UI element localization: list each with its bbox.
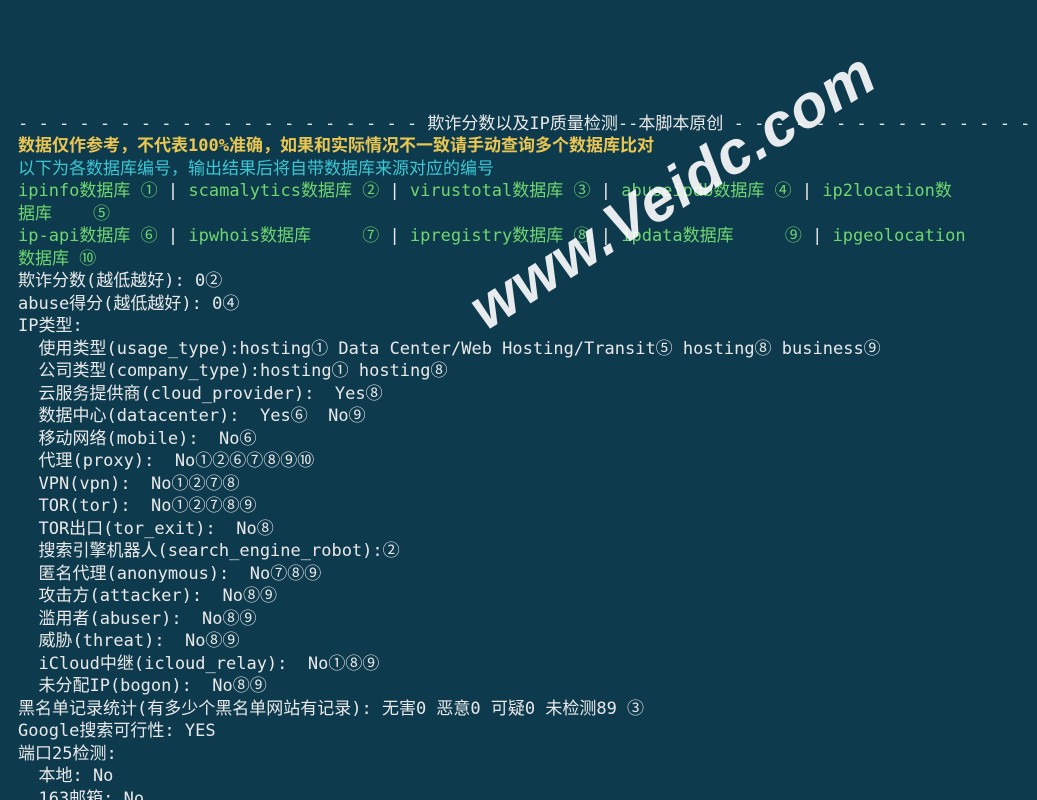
iptype-threat: 威胁(threat): No⑧⑨ bbox=[18, 631, 240, 651]
blacklist-stats: 黑名单记录统计(有多少个黑名单网站有记录): 无害0 恶意0 可疑0 未检测89… bbox=[18, 699, 644, 719]
iptype-abuser: 滥用者(abuser): No⑧⑨ bbox=[18, 609, 257, 629]
db-ipapi: ip-api数据库 ⑥ bbox=[18, 226, 158, 246]
iptype-company: 公司类型(company_type):hosting① hosting⑧ bbox=[18, 361, 448, 381]
abuse-score-label: abuse得分(越低越好): bbox=[18, 294, 212, 314]
header-title: 欺诈分数以及IP质量检测--本脚本原创 bbox=[427, 114, 723, 134]
sep: | bbox=[591, 226, 622, 246]
sep: | bbox=[158, 181, 189, 201]
iptype-icloud-relay: iCloud中继(icloud_relay): No①⑧⑨ bbox=[18, 654, 379, 674]
db-ip2location: ip2location数 bbox=[822, 181, 952, 201]
header-bar-right: - - - - - - - - - - - - - - - - - - - - bbox=[723, 114, 1037, 134]
sep: | bbox=[158, 226, 189, 246]
db-ipregistry: ipregistry数据库 ⑧ bbox=[410, 226, 591, 246]
db-ipgeolocation: ipgeolocation bbox=[833, 226, 966, 246]
db-ipdata: ipdata数据库 ⑨ bbox=[621, 226, 802, 246]
iptype-vpn: VPN(vpn): No①②⑦⑧ bbox=[18, 474, 240, 494]
sep: | bbox=[591, 181, 622, 201]
iptype-torexit: TOR出口(tor_exit): No⑧ bbox=[18, 519, 274, 539]
fraud-score-label: 欺诈分数(越低越好): bbox=[18, 271, 195, 291]
header-bar-left: - - - - - - - - - - - - - - - - - - - - bbox=[18, 114, 427, 134]
db-ipgeolocation-cont: 数据库 ⑩ bbox=[18, 249, 96, 269]
sep: | bbox=[802, 226, 833, 246]
iptype-proxy: 代理(proxy): No①②⑥⑦⑧⑨⑩ bbox=[18, 451, 314, 471]
iptype-datacenter: 数据中心(datacenter): Yes⑥ No⑨ bbox=[18, 406, 366, 426]
google-search-label: Google搜索可行性: bbox=[18, 721, 185, 741]
port25-header: 端口25检测: bbox=[18, 744, 117, 764]
legend-intro: 以下为各数据库编号，输出结果后将自带数据库来源对应的编号 bbox=[18, 159, 494, 179]
iptype-anonymous: 匿名代理(anonymous): No⑦⑧⑨ bbox=[18, 564, 321, 584]
terminal-output: - - - - - - - - - - - - - - - - - - - - … bbox=[18, 113, 1037, 800]
db-ipinfo: ipinfo数据库 ① bbox=[18, 181, 158, 201]
abuse-score-value: 0④ bbox=[212, 294, 239, 314]
google-search-value: YES bbox=[185, 721, 216, 741]
port25-163: 163邮箱: No bbox=[18, 789, 144, 800]
iptype-attacker: 攻击方(attacker): No⑧⑨ bbox=[18, 586, 277, 606]
iptype-bogon: 未分配IP(bogon): No⑧⑨ bbox=[18, 676, 267, 696]
iptype-cloud: 云服务提供商(cloud_provider): Yes⑧ bbox=[18, 384, 383, 404]
sep: | bbox=[379, 226, 410, 246]
db-scamalytics: scamalytics数据库 ② bbox=[188, 181, 379, 201]
iptype-tor: TOR(tor): No①②⑦⑧⑨ bbox=[18, 496, 257, 516]
sep: | bbox=[379, 181, 410, 201]
warning-line: 数据仅作参考，不代表100%准确，如果和实际情况不一致请手动查询多个数据库比对 bbox=[18, 136, 654, 156]
db-ip2location-cont: 据库 ⑤ bbox=[18, 204, 110, 224]
db-ipwhois: ipwhois数据库 ⑦ bbox=[188, 226, 379, 246]
sep: | bbox=[792, 181, 823, 201]
db-virustotal: virustotal数据库 ③ bbox=[410, 181, 591, 201]
fraud-score-value: 0② bbox=[195, 271, 222, 291]
iptype-header: IP类型: bbox=[18, 316, 83, 336]
iptype-mobile: 移动网络(mobile): No⑥ bbox=[18, 429, 257, 449]
iptype-robot: 搜索引擎机器人(search_engine_robot):② bbox=[18, 541, 400, 561]
port25-local: 本地: No bbox=[18, 766, 113, 786]
iptype-usage: 使用类型(usage_type):hosting① Data Center/We… bbox=[18, 339, 881, 359]
db-abuseipdb: abuseipdb数据库 ④ bbox=[621, 181, 791, 201]
